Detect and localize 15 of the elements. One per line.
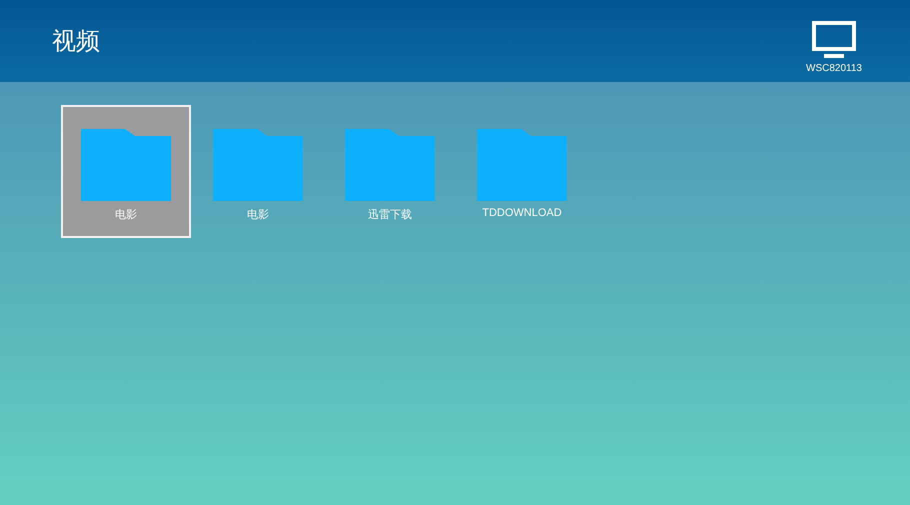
- device-name: WSC820113: [806, 62, 862, 74]
- folder-icon: [81, 129, 171, 201]
- folder-tile[interactable]: 电影: [61, 105, 191, 238]
- folder-name: TDDOWNLOAD: [482, 207, 562, 219]
- page-title: 视频: [52, 26, 100, 57]
- folder-tile[interactable]: 电影: [193, 105, 323, 238]
- folder-icon: [213, 129, 303, 201]
- folder-name: 迅雷下载: [368, 208, 412, 222]
- folder-tile[interactable]: 迅雷下载: [325, 105, 455, 238]
- folder-tile[interactable]: TDDOWNLOAD: [457, 105, 587, 238]
- folder-name: 电影: [115, 208, 137, 222]
- folder-name: 电影: [247, 208, 269, 222]
- folder-icon: [345, 129, 435, 201]
- monitor-icon[interactable]: [812, 20, 856, 58]
- folder-icon: [477, 129, 567, 201]
